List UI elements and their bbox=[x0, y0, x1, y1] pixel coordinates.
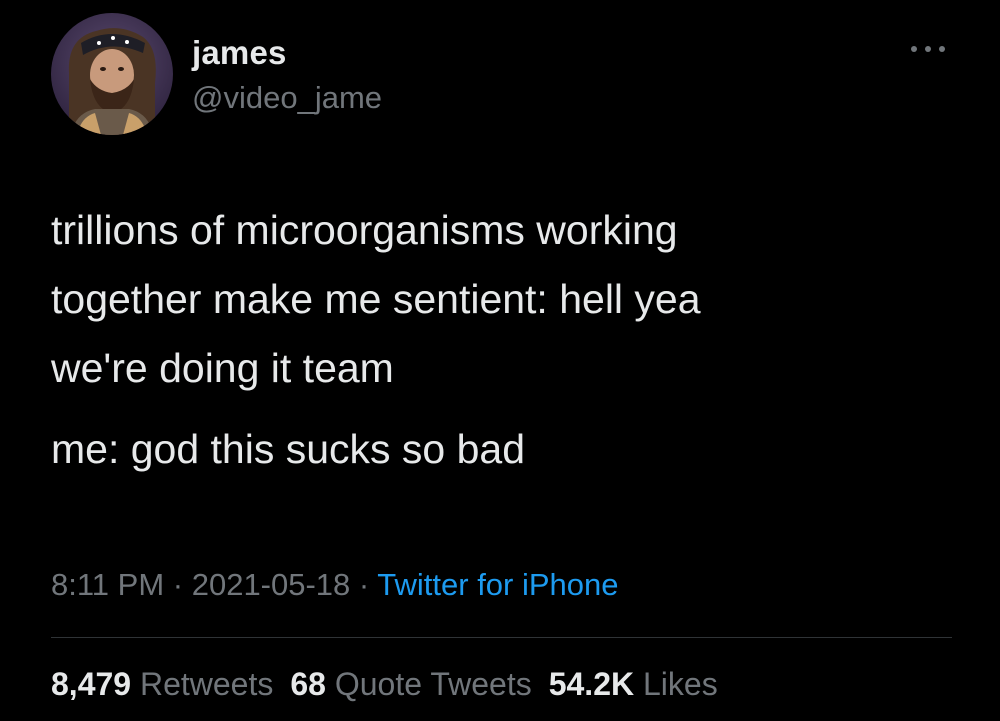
quote-tweets-stat[interactable]: 68 Quote Tweets bbox=[290, 666, 531, 703]
tweet-paragraph-1: trillions of microorganisms working toge… bbox=[51, 196, 951, 403]
tweet-line: together make me sentient: hell yea bbox=[51, 276, 701, 322]
tweet-line: trillions of microorganisms working bbox=[51, 207, 678, 253]
quote-tweets-label: Quote Tweets bbox=[334, 666, 532, 702]
avatar[interactable] bbox=[51, 13, 173, 135]
tweet-paragraph-2: me: god this sucks so bad bbox=[51, 426, 526, 472]
tweet-detail: james @video_jame trillions of microorga… bbox=[0, 0, 1000, 721]
likes-count: 54.2K bbox=[548, 666, 635, 702]
likes-stat[interactable]: 54.2K Likes bbox=[549, 666, 718, 703]
tweet-metadata: 8:11 PM · 2021-05-18 · Twitter for iPhon… bbox=[51, 567, 619, 603]
avatar-image bbox=[51, 13, 173, 135]
likes-label: Likes bbox=[642, 666, 718, 702]
meta-separator: · bbox=[164, 567, 192, 602]
divider bbox=[51, 637, 952, 638]
tweet-date[interactable]: 2021-05-18 bbox=[192, 567, 351, 602]
user-handle[interactable]: @video_jame bbox=[192, 80, 382, 116]
display-name[interactable]: james bbox=[192, 34, 287, 72]
more-options-icon[interactable] bbox=[906, 38, 950, 60]
tweet-line: we're doing it team bbox=[51, 345, 394, 391]
retweets-label: Retweets bbox=[139, 666, 274, 702]
retweets-count: 8,479 bbox=[51, 666, 132, 702]
tweet-source-link[interactable]: Twitter for iPhone bbox=[377, 567, 618, 602]
quote-tweets-count: 68 bbox=[290, 666, 326, 702]
meta-separator: · bbox=[350, 567, 378, 602]
tweet-text: trillions of microorganisms working toge… bbox=[51, 196, 951, 484]
tweet-time[interactable]: 8:11 PM bbox=[51, 567, 164, 602]
tweet-stats: 8,479 Retweets 68 Quote Tweets 54.2K Lik… bbox=[51, 666, 735, 703]
retweets-stat[interactable]: 8,479 Retweets bbox=[51, 666, 273, 703]
